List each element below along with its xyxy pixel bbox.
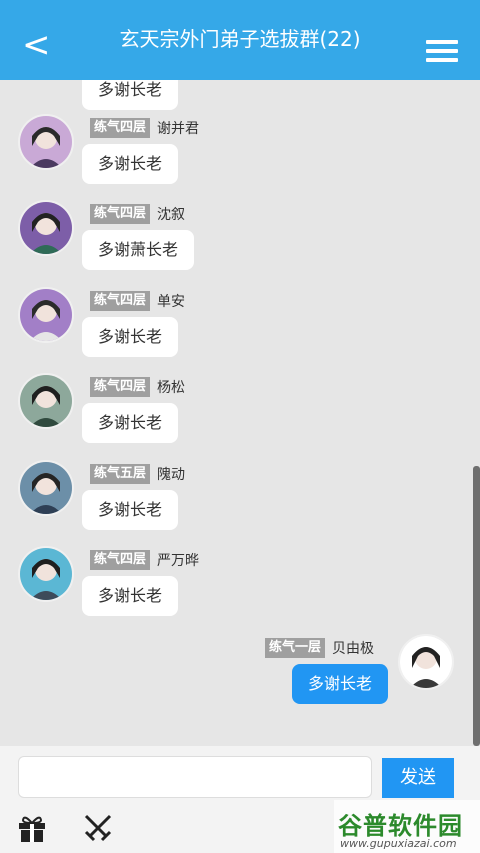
watermark-url: www.gupuxiazai.com (340, 837, 457, 850)
message-bubble[interactable]: 多谢长老 (82, 490, 179, 530)
chat-message: 练气四层 单安 多谢长老 (0, 287, 470, 373)
rank-badge: 练气一层 (264, 638, 325, 658)
message-bubble[interactable]: 多谢长老 (82, 144, 179, 184)
message-bubble[interactable]: 多谢长老 (82, 576, 179, 616)
avatar[interactable] (18, 287, 74, 343)
rank-badge: 练气四层 (90, 550, 151, 570)
rank-badge: 练气四层 (90, 291, 151, 311)
message-bubble[interactable]: 多谢长老 (82, 317, 179, 357)
avatar[interactable] (18, 114, 74, 170)
message-bubble[interactable]: 多谢长老 (82, 403, 179, 443)
watermark-text: 谷普软件园 (338, 812, 463, 840)
back-button[interactable]: < (22, 28, 52, 64)
chat-message: 练气四层 谢并君 多谢长老 (0, 114, 470, 200)
crossed-swords-icon[interactable] (82, 812, 114, 844)
sender-name: 单安 (157, 294, 186, 310)
sender-name: 沈叙 (157, 207, 186, 223)
gift-icon[interactable] (16, 812, 48, 844)
message-bubble[interactable]: 多谢萧长老 (82, 230, 195, 270)
partial-message-bubble: 多谢长老 (82, 80, 179, 110)
avatar[interactable] (18, 460, 74, 516)
chat-message: 练气四层 沈叙 多谢萧长老 (0, 200, 470, 286)
sender-name: 严万晔 (157, 553, 200, 569)
message-bubble[interactable]: 多谢长老 (291, 664, 388, 704)
rank-badge: 练气四层 (90, 118, 151, 138)
chat-message: 练气五层 隗动 多谢长老 (0, 460, 470, 546)
chat-area[interactable]: 多谢长老 练气四层 谢并君 多谢长老 练气四层 沈叙 多谢萧长老 练气四层 单安 多谢… (0, 80, 480, 746)
rank-badge: 练气四层 (90, 204, 151, 224)
group-title: 玄天宗外门弟子选拔群(22) (119, 27, 361, 51)
rank-badge: 练气四层 (90, 377, 151, 397)
chat-header: < 玄天宗外门弟子选拔群(22) (0, 0, 480, 80)
avatar[interactable] (18, 546, 74, 602)
watermark-logo: 谷普软件园 www.gupuxiazai.com (334, 800, 480, 853)
avatar[interactable] (18, 373, 74, 429)
chat-message-self: 练气一层 贝由极 多谢长老 (0, 634, 470, 720)
send-button[interactable]: 发送 (382, 758, 454, 798)
avatar[interactable] (18, 200, 74, 256)
sender-name: 杨松 (157, 380, 186, 396)
message-input[interactable] (18, 756, 372, 798)
chat-message: 练气四层 严万晔 多谢长老 (0, 546, 470, 632)
sender-name: 隗动 (157, 467, 186, 483)
chat-message: 练气四层 杨松 多谢长老 (0, 373, 470, 459)
menu-icon[interactable] (426, 40, 458, 64)
sender-name: 谢并君 (157, 121, 200, 137)
avatar[interactable] (398, 634, 454, 690)
sender-name: 贝由极 (332, 641, 374, 657)
rank-badge: 练气五层 (90, 464, 151, 484)
scrollbar[interactable] (473, 466, 480, 746)
